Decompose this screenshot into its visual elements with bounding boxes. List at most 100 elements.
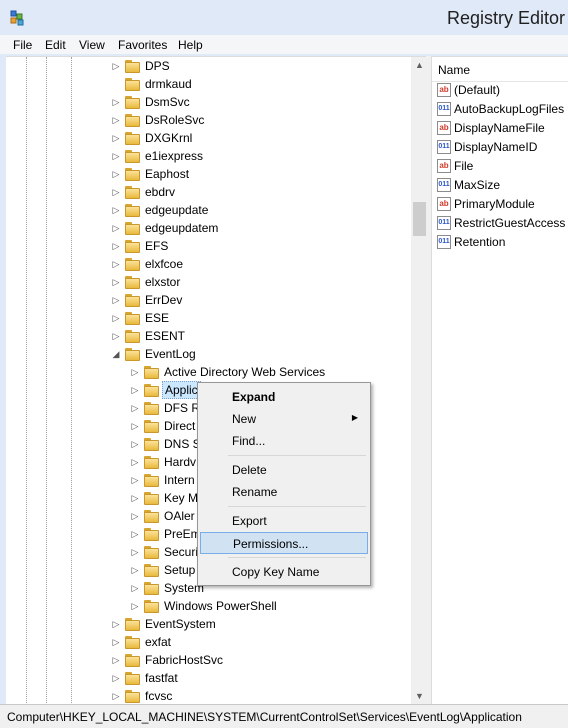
tree-node[interactable]: ▷ DsRoleSvc: [6, 111, 406, 129]
value-row[interactable]: ab PrimaryModule: [432, 195, 568, 214]
collapsed-arrow-icon[interactable]: ▷: [129, 366, 141, 378]
folder-icon: [125, 149, 141, 163]
collapsed-arrow-icon[interactable]: ▷: [129, 402, 141, 414]
collapsed-arrow-icon[interactable]: ▷: [110, 330, 122, 342]
tree-node-label: ESE: [145, 311, 170, 325]
collapsed-arrow-icon[interactable]: ▷: [110, 240, 122, 252]
collapsed-arrow-icon[interactable]: ▷: [110, 150, 122, 162]
collapsed-arrow-icon[interactable]: ▷: [129, 510, 141, 522]
menu-item-permissions[interactable]: Permissions...: [200, 532, 368, 554]
folder-icon: [144, 473, 160, 487]
tree-node[interactable]: ▷ exfat: [6, 633, 406, 651]
value-row[interactable]: 011 Retention: [432, 233, 568, 252]
menu-item-find[interactable]: Find...: [200, 430, 368, 452]
menu-item-export[interactable]: Export: [200, 510, 368, 532]
value-row[interactable]: ab File: [432, 157, 568, 176]
tree-node[interactable]: ▷ EFS: [6, 237, 406, 255]
tree-node[interactable]: ▷ DsmSvc: [6, 93, 406, 111]
menu-help[interactable]: Help: [178, 37, 203, 53]
tree-node[interactable]: ◢ EventLog: [6, 345, 406, 363]
tree-node[interactable]: ▷ edgeupdate: [6, 201, 406, 219]
collapsed-arrow-icon[interactable]: ▷: [110, 294, 122, 306]
collapsed-arrow-icon[interactable]: ▷: [129, 456, 141, 468]
collapsed-arrow-icon[interactable]: ▷: [110, 636, 122, 648]
tree-node[interactable]: ▷ elxfcoe: [6, 255, 406, 273]
tree-node[interactable]: ▷ ESE: [6, 309, 406, 327]
collapsed-arrow-icon[interactable]: ▷: [110, 258, 122, 270]
tree-node[interactable]: ▷ Windows PowerShell: [6, 597, 406, 615]
collapsed-arrow-icon[interactable]: ▷: [110, 312, 122, 324]
tree-scrollbar[interactable]: ▲ ▼: [411, 57, 426, 705]
tree-node[interactable]: ▷ fastfat: [6, 669, 406, 687]
menu-edit[interactable]: Edit: [45, 37, 66, 53]
collapsed-arrow-icon[interactable]: ▷: [110, 96, 122, 108]
tree-node[interactable]: ▷ EventSystem: [6, 615, 406, 633]
collapsed-arrow-icon[interactable]: ▷: [110, 618, 122, 630]
tree-node[interactable]: ▷ ErrDev: [6, 291, 406, 309]
tree-node[interactable]: ▷ edgeupdatem: [6, 219, 406, 237]
collapsed-arrow-icon[interactable]: ▷: [110, 132, 122, 144]
tree-node[interactable]: ▷ DXGKrnl: [6, 129, 406, 147]
value-row[interactable]: 011 AutoBackupLogFiles: [432, 100, 568, 119]
key-tree[interactable]: ▷ DPS drmkaud ▷ DsmSvc ▷ DsRoleSvc ▷ DXGKrnl ▷ e1i…: [6, 56, 426, 705]
collapsed-arrow-icon[interactable]: ▷: [129, 438, 141, 450]
collapsed-arrow-icon[interactable]: ▷: [129, 582, 141, 594]
tree-node[interactable]: drmkaud: [6, 75, 406, 93]
menu-file[interactable]: File: [13, 37, 32, 53]
collapsed-arrow-icon[interactable]: ▷: [110, 204, 122, 216]
tree-node[interactable]: ▷ DPS: [6, 57, 406, 75]
collapsed-arrow-icon[interactable]: ▷: [110, 186, 122, 198]
tree-node[interactable]: ▷ e1iexpress: [6, 147, 406, 165]
value-row[interactable]: 011 RestrictGuestAccess: [432, 214, 568, 233]
collapsed-arrow-icon[interactable]: ▷: [129, 474, 141, 486]
folder-icon: [125, 617, 141, 631]
menu-item-delete[interactable]: Delete: [200, 459, 368, 481]
value-name: RestrictGuestAccess: [454, 216, 566, 230]
menu-view[interactable]: View: [79, 37, 105, 53]
tree-node-label: FabricHostSvc: [145, 653, 224, 667]
collapsed-arrow-icon[interactable]: ▷: [110, 168, 122, 180]
collapsed-arrow-icon[interactable]: ▷: [110, 222, 122, 234]
window-title: Registry Editor: [447, 8, 566, 28]
values-list[interactable]: Name ab (Default) 011 AutoBackupLogFiles ab D…: [431, 56, 568, 705]
menu-item-rename[interactable]: Rename: [200, 481, 368, 503]
value-row[interactable]: ab (Default): [432, 81, 568, 100]
tree-node[interactable]: ▷ FabricHostSvc: [6, 651, 406, 669]
collapsed-arrow-icon[interactable]: ▷: [129, 546, 141, 558]
folder-icon: [125, 59, 141, 73]
scroll-up-icon[interactable]: ▲: [411, 57, 426, 74]
tree-node[interactable]: ▷ ESENT: [6, 327, 406, 345]
collapsed-arrow-icon[interactable]: ▷: [129, 600, 141, 612]
collapsed-arrow-icon[interactable]: ▷: [129, 528, 141, 540]
expanded-arrow-icon[interactable]: ◢: [110, 348, 122, 360]
collapsed-arrow-icon[interactable]: ▷: [110, 114, 122, 126]
menu-item-expand[interactable]: Expand: [200, 386, 368, 408]
value-row[interactable]: ab DisplayNameFile: [432, 119, 568, 138]
registry-icon[interactable]: [8, 9, 26, 27]
scroll-down-icon[interactable]: ▼: [411, 688, 426, 705]
value-row[interactable]: 011 DisplayNameID: [432, 138, 568, 157]
menu-item-new[interactable]: New ▶: [200, 408, 368, 430]
tree-node[interactable]: ▷ elxstor: [6, 273, 406, 291]
menu-item-label: Export: [232, 514, 267, 528]
collapsed-arrow-icon[interactable]: ▷: [129, 420, 141, 432]
scroll-thumb[interactable]: [413, 202, 426, 236]
menu-item-copy-key-name[interactable]: Copy Key Name: [200, 561, 368, 583]
collapsed-arrow-icon[interactable]: ▷: [110, 276, 122, 288]
tree-node[interactable]: ▷ ebdrv: [6, 183, 406, 201]
tree-node[interactable]: ▷ Active Directory Web Services: [6, 363, 406, 381]
collapsed-arrow-icon[interactable]: ▷: [110, 690, 122, 702]
column-header[interactable]: Name: [432, 57, 568, 82]
collapsed-arrow-icon[interactable]: ▷: [110, 60, 122, 72]
tree-node[interactable]: ▷ Eaphost: [6, 165, 406, 183]
value-row[interactable]: 011 MaxSize: [432, 176, 568, 195]
collapsed-arrow-icon[interactable]: ▷: [129, 384, 141, 396]
folder-icon: [125, 185, 141, 199]
collapsed-arrow-icon[interactable]: ▷: [129, 564, 141, 576]
collapsed-arrow-icon[interactable]: ▷: [110, 654, 122, 666]
collapsed-arrow-icon[interactable]: ▷: [129, 492, 141, 504]
menu-favorites[interactable]: Favorites: [118, 37, 167, 53]
collapsed-arrow-icon[interactable]: ▷: [110, 672, 122, 684]
tree-node[interactable]: ▷ fcvsc: [6, 687, 406, 705]
tree-node-label: elxstor: [145, 275, 181, 289]
